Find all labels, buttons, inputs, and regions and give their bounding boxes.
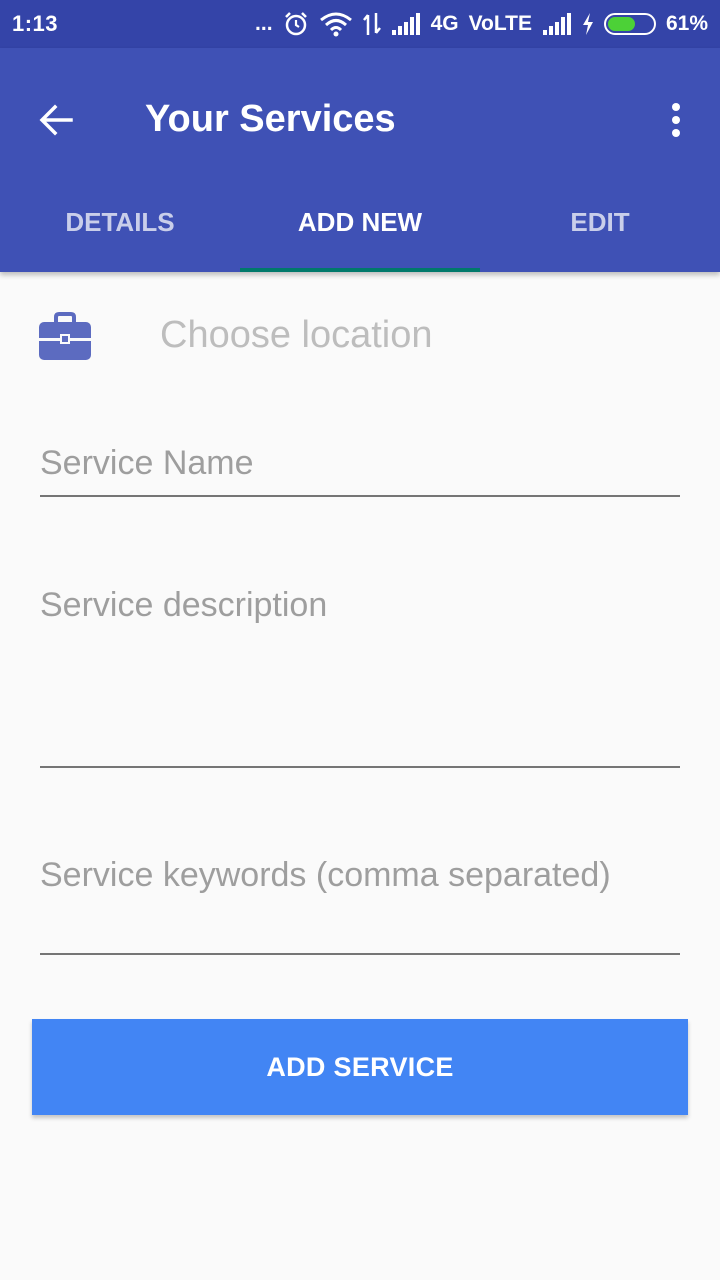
- add-service-button[interactable]: ADD SERVICE: [32, 1019, 688, 1115]
- battery-icon: [603, 13, 656, 35]
- wifi-icon: [319, 11, 353, 37]
- network-type: 4G: [430, 12, 459, 35]
- data-arrows-icon: [362, 11, 381, 37]
- status-icons: ... 4G VoLTE 61%: [255, 11, 708, 37]
- back-button[interactable]: [28, 92, 84, 148]
- location-chooser[interactable]: Choose location: [160, 314, 433, 357]
- signal-icon: [391, 12, 421, 36]
- notification-dots: ...: [255, 12, 273, 35]
- service-name-placeholder: Service Name: [40, 444, 254, 482]
- location-row[interactable]: Choose location: [0, 300, 720, 380]
- alarm-icon: [283, 11, 309, 37]
- tab-details[interactable]: DETAILS: [0, 178, 240, 272]
- volte-label: VoLTE: [468, 12, 532, 35]
- charging-icon: [582, 13, 594, 35]
- service-name-field[interactable]: Service Name: [40, 444, 680, 497]
- signal-icon: [542, 12, 572, 36]
- battery-percent: 61%: [665, 12, 708, 35]
- app-bar: Your Services DETAILS ADD NEW EDIT: [0, 48, 720, 272]
- tab-bar: DETAILS ADD NEW EDIT: [0, 178, 720, 272]
- page-title: Your Services: [145, 98, 396, 140]
- service-keywords-field[interactable]: Service keywords (comma separated): [40, 856, 680, 955]
- more-vert-icon: [672, 103, 680, 137]
- arrow-back-icon: [39, 104, 73, 136]
- overflow-menu-button[interactable]: [652, 92, 700, 148]
- service-keywords-placeholder: Service keywords (comma separated): [40, 856, 611, 894]
- briefcase-icon: [38, 312, 92, 367]
- status-bar: 1:13 ... 4G VoLTE 61%: [0, 0, 720, 48]
- status-time: 1:13: [12, 11, 59, 36]
- tab-add-new[interactable]: ADD NEW: [240, 178, 480, 272]
- service-description-field[interactable]: Service description: [40, 586, 680, 768]
- service-description-placeholder: Service description: [40, 586, 328, 624]
- tab-edit[interactable]: EDIT: [480, 178, 720, 272]
- battery-level-fill: [607, 17, 635, 31]
